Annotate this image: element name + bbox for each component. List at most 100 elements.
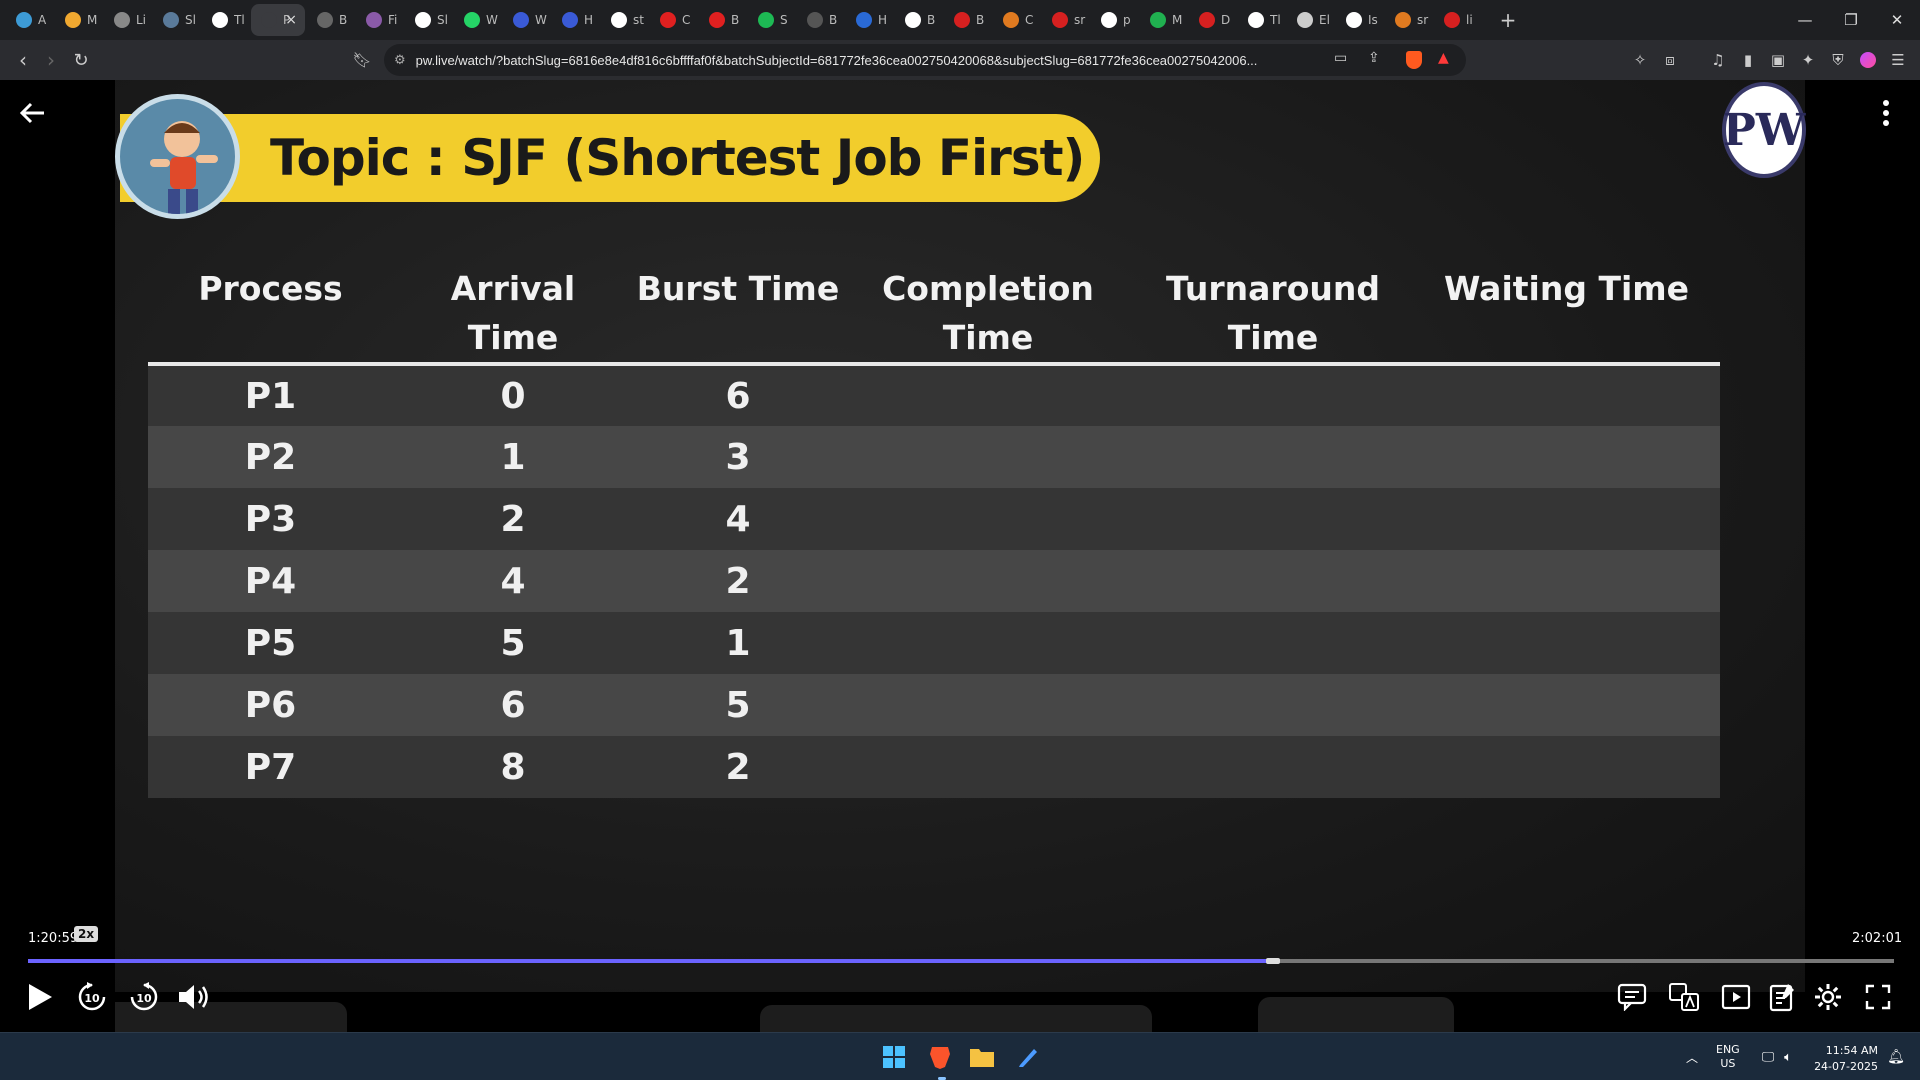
browser-tab[interactable]: B [699,4,746,36]
topic-banner: Topic : SJF (Shortest Job First) [120,114,1100,202]
table-cell: 8 [393,736,633,798]
rewind-10-button[interactable]: 10 [72,977,112,1017]
table-cell: 1 [633,612,843,674]
extensions-icon[interactable]: ✧ [1628,48,1652,72]
browser-tab[interactable]: El [1287,4,1334,36]
browser-tab[interactable]: B [797,4,844,36]
browser-tab[interactable]: B [307,4,354,36]
browser-tab[interactable]: B [944,4,991,36]
playback-speed-badge[interactable]: 2x [74,926,99,942]
browser-tab[interactable]: Li [104,4,151,36]
browser-tab[interactable]: st [601,4,648,36]
notes-icon[interactable] [1762,977,1802,1017]
media-icon[interactable]: ♫ [1706,48,1730,72]
restore-button[interactable]: ❐ [1828,0,1874,40]
tab-label: H [584,13,594,27]
brave-browser-icon[interactable] [924,1041,956,1073]
browser-tab[interactable]: W [454,4,501,36]
browser-tab[interactable]: sr [1042,4,1089,36]
share-icon[interactable]: ⇪ [1368,50,1380,66]
speaker-icon[interactable]: 🔈︎ [1772,1041,1804,1073]
browser-tab[interactable]: Sl [153,4,200,36]
table-cell [843,550,1133,612]
browser-tab[interactable]: Fi [356,4,403,36]
fullscreen-icon[interactable] [1858,977,1898,1017]
browser-tab[interactable]: Tl [202,4,249,36]
browser-tab[interactable]: P × [251,4,305,36]
wallet-icon[interactable]: ▣ [1766,48,1790,72]
url-text[interactable]: pw.live/watch/?batchSlug=6816e8e4df816c6… [416,53,1306,68]
forward-10-button[interactable]: 10 [124,977,164,1017]
volume-icon[interactable] [174,977,214,1017]
seek-bar[interactable] [28,958,1894,964]
brave-rewards-icon[interactable]: ▲ [1438,50,1449,66]
browser-tab[interactable]: Tl [1238,4,1285,36]
tab-favicon-icon [1248,12,1264,28]
input-language[interactable]: ENG US [1716,1043,1740,1071]
tab-favicon-icon [1444,12,1460,28]
sidebar-icon[interactable]: ▮ [1736,48,1760,72]
browser-tab[interactable]: M [1140,4,1187,36]
table-cell [1413,612,1720,674]
tab-favicon-icon [1395,12,1411,28]
tray-overflow-chevron-icon[interactable]: ︿ [1676,1041,1708,1073]
browser-tab[interactable]: H [552,4,599,36]
brave-shield-icon[interactable] [1406,51,1422,69]
browser-tab[interactable]: li [1434,4,1481,36]
table-row: P1 0 6 [148,364,1720,426]
leo-ai-icon[interactable]: ✦ [1796,48,1820,72]
table-cell: P4 [148,550,393,612]
address-toolbar: ‹ › ↻ 🔖︎ ⚙︎ pw.live/watch/?batchSlug=681… [0,40,1920,80]
back-arrow-icon[interactable] [18,98,58,138]
profile-icon[interactable] [1856,48,1880,72]
table-cell: 4 [393,550,633,612]
notification-bell-icon[interactable]: 🔔︎ [1880,1041,1912,1073]
translate-icon[interactable] [1664,977,1704,1017]
screenshot-icon[interactable]: ⧈ [1658,48,1682,72]
tab-label: Fi [388,13,398,27]
table-header-line: Time [467,318,559,357]
file-explorer-icon[interactable] [966,1041,998,1073]
tab-label: El [1319,13,1330,27]
new-tab-button[interactable]: + [1493,8,1523,32]
table-cell [1133,364,1413,426]
close-tab-icon[interactable]: × [285,12,297,28]
site-settings-icon[interactable]: ⚙︎ [394,53,406,68]
tab-favicon-icon [1346,12,1362,28]
video-player[interactable]: Topic : SJF (Shortest Job First) PW Proc… [0,80,1920,1032]
cast-icon[interactable]: ▭ [1334,50,1347,66]
browser-tab[interactable]: H [846,4,893,36]
settings-gear-icon[interactable] [1808,977,1848,1017]
forward-nav-icon[interactable]: › [34,43,68,77]
browser-tab[interactable]: D [1189,4,1236,36]
menu-icon[interactable]: ☰ [1886,48,1910,72]
play-button[interactable] [20,977,60,1017]
browser-tab[interactable]: W [503,4,550,36]
browser-tab[interactable]: C [650,4,697,36]
browser-tab[interactable]: B [895,4,942,36]
picture-in-picture-icon[interactable] [1716,977,1756,1017]
more-options-icon[interactable] [1874,98,1898,138]
table-cell [1413,488,1720,550]
browser-tab[interactable]: S [748,4,795,36]
browser-tab[interactable]: p [1091,4,1138,36]
chat-icon[interactable] [1612,977,1652,1017]
reload-icon[interactable]: ↻ [64,43,98,77]
browser-tab[interactable]: A [6,4,53,36]
browser-tab[interactable]: C [993,4,1040,36]
browser-tab[interactable]: Sl [405,4,452,36]
bookmark-icon[interactable]: 🔖︎ [350,48,374,72]
omnibox[interactable]: ⚙︎ pw.live/watch/?batchSlug=6816e8e4df81… [384,44,1466,76]
pen-app-icon[interactable] [1012,1041,1044,1073]
minimize-button[interactable]: — [1782,0,1828,40]
table-row: P2 1 3 [148,426,1720,488]
tray-clock[interactable]: 11:54 AM 24-07-2025 [1812,1043,1878,1075]
table-cell: 0 [393,364,633,426]
vpn-icon[interactable]: ⛨ [1826,48,1850,72]
browser-tab[interactable]: sr [1385,4,1432,36]
browser-tab[interactable]: Is [1336,4,1383,36]
seek-bar-handle[interactable] [1265,958,1280,964]
browser-tab[interactable]: M [55,4,102,36]
windows-start-icon[interactable] [878,1041,910,1073]
close-window-button[interactable]: ✕ [1874,0,1920,40]
